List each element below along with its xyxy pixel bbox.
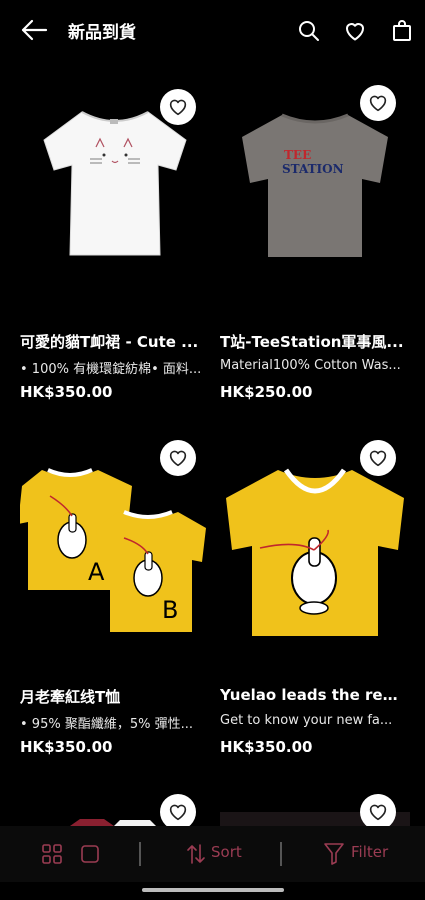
product-name[interactable]: Yuelao leads the red... <box>220 686 406 704</box>
product-price: HK$250.00 <box>220 383 313 401</box>
filter-label[interactable]: Filter <box>351 843 388 861</box>
product-description: Get to know your new fa... <box>220 713 393 728</box>
divider <box>139 842 141 866</box>
grid-view-icon[interactable] <box>42 844 62 868</box>
shirt-letter-b: B <box>162 596 178 624</box>
product-price: HK$350.00 <box>220 738 313 756</box>
divider <box>280 842 282 866</box>
home-indicator[interactable] <box>142 888 284 892</box>
product-description: Material100% Cotton Was... <box>220 358 401 373</box>
product-price: HK$350.00 <box>20 738 113 756</box>
favorite-heart-icon[interactable] <box>160 794 196 826</box>
sort-label[interactable]: Sort <box>211 843 242 861</box>
back-arrow-icon[interactable] <box>20 18 48 42</box>
product-name[interactable]: T站-TeeStation軍事風... <box>220 331 406 352</box>
product-name[interactable]: 月老牽紅线T恤 <box>20 686 206 707</box>
favorite-heart-icon[interactable] <box>160 440 196 476</box>
product-card[interactable]: A B 月老牽紅线T恤 • 95% 聚酯纖維，5% 彈性... HK$350.0… <box>18 440 210 760</box>
search-icon[interactable] <box>297 19 321 43</box>
tee-print-line2: STATION <box>282 162 344 176</box>
filter-icon[interactable] <box>323 842 345 870</box>
favorite-heart-icon[interactable] <box>160 89 196 125</box>
product-card[interactable] <box>220 792 410 826</box>
shirt-letter-a: A <box>88 558 105 586</box>
wishlist-heart-icon[interactable] <box>343 19 367 43</box>
product-card[interactable]: 可愛的貓T卹裙 - Cute ... • 100% 有機環錠紡棉• 面料... … <box>20 85 210 405</box>
page-title: 新品到貨 <box>68 23 136 43</box>
product-card[interactable]: TEE STATION T站-TeeStation軍事風... Material… <box>220 85 410 405</box>
product-card[interactable] <box>20 792 210 826</box>
favorite-heart-icon[interactable] <box>360 440 396 476</box>
bottom-toolbar: Sort Filter <box>0 826 425 882</box>
sort-icon <box>187 844 205 864</box>
product-description: • 100% 有機環錠紡棉• 面料... <box>20 362 202 377</box>
app-bar: 新品到貨 <box>0 0 425 62</box>
shopping-bag-icon[interactable] <box>390 19 414 43</box>
single-view-icon[interactable] <box>80 844 100 868</box>
product-card[interactable]: Yuelao leads the red... Get to know your… <box>220 440 410 760</box>
product-description: • 95% 聚酯纖維，5% 彈性... <box>20 717 193 732</box>
favorite-heart-icon[interactable] <box>360 794 396 826</box>
product-name[interactable]: 可愛的貓T卹裙 - Cute ... <box>20 331 206 352</box>
tee-print-line1: TEE <box>284 148 311 162</box>
favorite-heart-icon[interactable] <box>360 85 396 121</box>
product-price: HK$350.00 <box>20 383 113 401</box>
